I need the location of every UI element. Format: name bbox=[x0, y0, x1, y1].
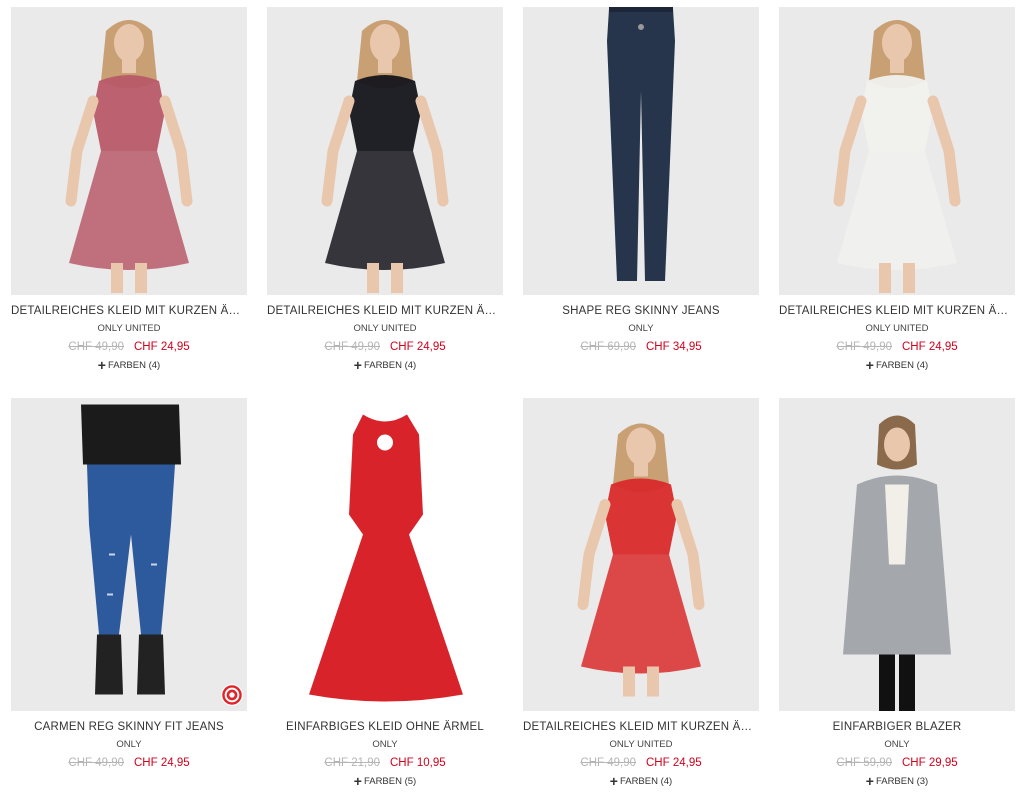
product-photo bbox=[321, 20, 449, 293]
product-grid: DETAILREICHES KLEID MIT KURZEN ÄR... ONL… bbox=[0, 0, 1024, 802]
product-photo bbox=[81, 404, 181, 695]
product-brand: ONLY bbox=[372, 739, 398, 750]
old-price: CHF 49,90 bbox=[324, 341, 380, 353]
product-brand: ONLY bbox=[116, 739, 142, 750]
product-title[interactable]: DETAILREICHES KLEID MIT KURZEN ÄR... bbox=[267, 304, 503, 318]
product-brand: ONLY UNITED bbox=[97, 323, 161, 334]
product-image[interactable] bbox=[11, 398, 247, 711]
colors-link[interactable]: + FARBEN (4) bbox=[11, 357, 247, 373]
colors-link[interactable]: + FARBEN (4) bbox=[523, 773, 759, 789]
plus-icon: + bbox=[353, 357, 362, 373]
product-photo bbox=[65, 20, 193, 293]
product-image[interactable] bbox=[523, 398, 759, 711]
product-card[interactable]: SHAPE REG SKINNY JEANS ONLY CHF 69,90 CHF… bbox=[523, 7, 759, 354]
sale-price: CHF 29,95 bbox=[902, 757, 958, 769]
plus-icon: + bbox=[609, 773, 618, 789]
product-card[interactable]: DETAILREICHES KLEID MIT KURZEN ÄR... ONL… bbox=[11, 7, 247, 372]
product-title[interactable]: EINFARBIGES KLEID OHNE ÄRMEL bbox=[267, 720, 503, 734]
plus-icon: + bbox=[865, 357, 874, 373]
colors-link[interactable]: + FARBEN (4) bbox=[779, 357, 1015, 373]
target-icon[interactable] bbox=[221, 684, 243, 706]
sale-price: CHF 24,95 bbox=[902, 341, 958, 353]
product-brand: ONLY UNITED bbox=[609, 739, 673, 750]
sale-price: CHF 24,95 bbox=[390, 341, 446, 353]
product-card[interactable]: EINFARBIGES KLEID OHNE ÄRMEL ONLY CHF 21… bbox=[267, 398, 503, 788]
product-prices: CHF 21,90 CHF 10,95 bbox=[267, 756, 503, 770]
old-price: CHF 69,90 bbox=[580, 341, 636, 353]
product-photo bbox=[607, 7, 675, 281]
sale-price: CHF 24,95 bbox=[646, 757, 702, 769]
product-card[interactable]: DETAILREICHES KLEID MIT KURZEN ÄR... ONL… bbox=[267, 7, 503, 372]
product-brand: ONLY UNITED bbox=[353, 323, 417, 334]
product-prices: CHF 49,90 CHF 24,95 bbox=[11, 340, 247, 354]
product-prices: CHF 49,90 CHF 24,95 bbox=[267, 340, 503, 354]
sale-price: CHF 10,95 bbox=[390, 757, 446, 769]
old-price: CHF 49,90 bbox=[836, 341, 892, 353]
product-brand: ONLY bbox=[628, 323, 654, 334]
product-photo bbox=[833, 20, 961, 293]
product-photo bbox=[309, 414, 463, 702]
product-image[interactable] bbox=[11, 7, 247, 295]
plus-icon: + bbox=[865, 773, 874, 789]
sale-price: CHF 34,95 bbox=[646, 341, 702, 353]
colors-link[interactable]: + FARBEN (5) bbox=[267, 773, 503, 789]
plus-icon: + bbox=[353, 773, 362, 789]
sale-price: CHF 24,95 bbox=[134, 341, 190, 353]
product-photo bbox=[843, 415, 951, 711]
old-price: CHF 49,90 bbox=[68, 757, 124, 769]
sale-price: CHF 24,95 bbox=[134, 757, 190, 769]
product-card[interactable]: EINFARBIGER BLAZER ONLY CHF 59,90 CHF 29,… bbox=[779, 398, 1015, 788]
colors-link[interactable]: + FARBEN (4) bbox=[267, 357, 503, 373]
product-prices: CHF 69,90 CHF 34,95 bbox=[523, 340, 759, 354]
product-title[interactable]: DETAILREICHES KLEID MIT KURZEN ÄR... bbox=[779, 304, 1015, 318]
product-card[interactable]: DETAILREICHES KLEID MIT KURZEN ÄR... ONL… bbox=[523, 398, 759, 788]
product-image[interactable] bbox=[267, 398, 503, 711]
old-price: CHF 49,90 bbox=[68, 341, 124, 353]
old-price: CHF 21,90 bbox=[324, 757, 380, 769]
product-prices: CHF 49,90 CHF 24,95 bbox=[11, 756, 247, 770]
product-image[interactable] bbox=[267, 7, 503, 295]
product-title[interactable]: EINFARBIGER BLAZER bbox=[779, 720, 1015, 734]
product-image[interactable] bbox=[523, 7, 759, 295]
product-title[interactable]: CARMEN REG SKINNY FIT JEANS bbox=[11, 720, 247, 734]
colors-label: FARBEN (4) bbox=[363, 360, 417, 371]
product-image[interactable] bbox=[779, 398, 1015, 711]
colors-label: FARBEN (5) bbox=[363, 776, 417, 787]
product-title[interactable]: SHAPE REG SKINNY JEANS bbox=[523, 304, 759, 318]
product-title[interactable]: DETAILREICHES KLEID MIT KURZEN ÄR... bbox=[11, 304, 247, 318]
product-prices: CHF 49,90 CHF 24,95 bbox=[523, 756, 759, 770]
colors-label: FARBEN (4) bbox=[875, 360, 929, 371]
product-image[interactable] bbox=[779, 7, 1015, 295]
colors-link[interactable]: + FARBEN (3) bbox=[779, 773, 1015, 789]
product-photo bbox=[577, 423, 705, 697]
plus-icon: + bbox=[97, 357, 106, 373]
product-card[interactable]: DETAILREICHES KLEID MIT KURZEN ÄR... ONL… bbox=[779, 7, 1015, 372]
product-title[interactable]: DETAILREICHES KLEID MIT KURZEN ÄR... bbox=[523, 720, 759, 734]
product-card[interactable]: CARMEN REG SKINNY FIT JEANS ONLY CHF 49,… bbox=[11, 398, 247, 770]
colors-label: FARBEN (4) bbox=[107, 360, 161, 371]
old-price: CHF 59,90 bbox=[836, 757, 892, 769]
old-price: CHF 49,90 bbox=[580, 757, 636, 769]
product-prices: CHF 59,90 CHF 29,95 bbox=[779, 756, 1015, 770]
colors-label: FARBEN (4) bbox=[619, 776, 673, 787]
colors-label: FARBEN (3) bbox=[875, 776, 929, 787]
product-brand: ONLY bbox=[884, 739, 910, 750]
product-brand: ONLY UNITED bbox=[865, 323, 929, 334]
product-prices: CHF 49,90 CHF 24,95 bbox=[779, 340, 1015, 354]
